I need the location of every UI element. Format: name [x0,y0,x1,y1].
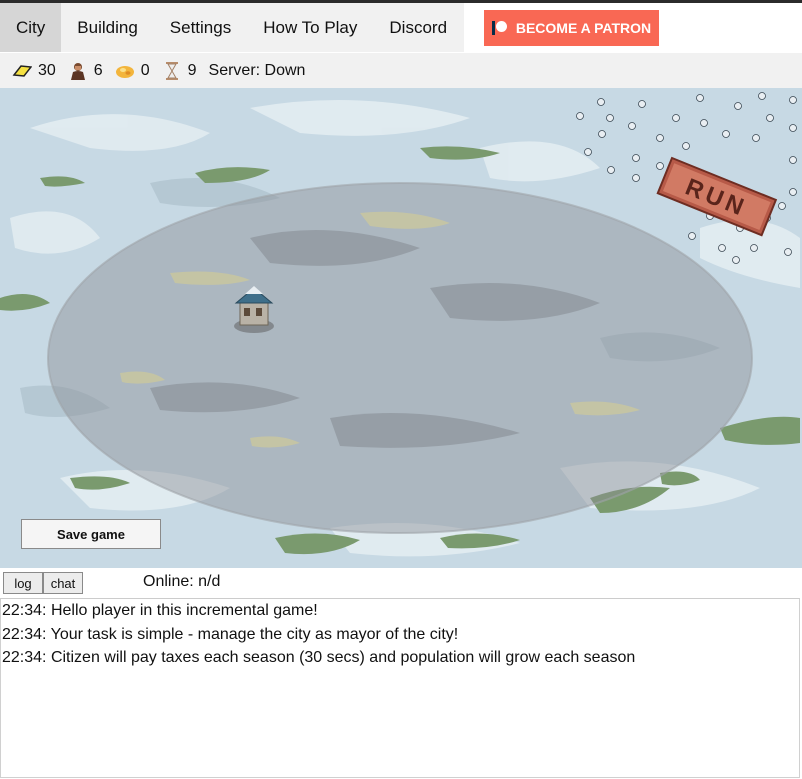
top-nav: City Building Settings How To Play Disco… [0,3,802,56]
log-text: Your task is simple - manage the city as… [50,625,459,643]
gold-icon [12,64,32,77]
log-text: Citizen will pay taxes each season (30 s… [50,649,636,666]
patron-label: BECOME A PATRON [515,20,652,36]
population-resource: 6 [68,61,103,81]
log-line: 22:34: Hello player in this incremental … [1,599,799,623]
gold-value: 30 [38,61,56,79]
log-line: 22:34: Citizen will pay taxes each seaso… [1,646,799,670]
tab-discord[interactable]: Discord [373,3,463,52]
log-time: 22:34: [2,649,47,666]
tab-settings[interactable]: Settings [154,3,247,52]
map-canvas: RUN [0,88,802,568]
gold-resource: 30 [12,61,56,81]
log-time: 22:34: [2,602,47,619]
time-value: 9 [187,61,197,79]
tab-building[interactable]: Building [61,3,154,52]
message-log[interactable]: 22:34: Hello player in this incremental … [0,598,800,778]
food-resource: 0 [115,61,150,81]
tab-how-to-play[interactable]: How To Play [247,3,373,52]
chat-tab-button[interactable]: chat [43,572,83,594]
tab-city[interactable]: City [0,3,62,52]
city-map[interactable]: RUN [0,88,802,568]
time-resource: 9 [162,61,197,81]
population-value: 6 [93,61,103,79]
food-value: 0 [140,61,150,79]
resource-bar: 30 6 0 9 Server: Down [0,53,802,88]
become-patron-button[interactable]: BECOME A PATRON [484,10,659,46]
log-line: 22:34: Your task is simple - manage the … [1,623,799,647]
save-game-button[interactable]: Save game [21,519,161,549]
citizen-icon [70,62,85,80]
patreon-icon [491,20,508,36]
log-text: Hello player in this incremental game! [50,602,318,619]
hourglass-icon [165,61,178,80]
server-status: Server: Down [208,61,306,79]
online-count: Online: n/d [143,573,221,590]
nav-tabs: City Building Settings How To Play Disco… [0,3,464,52]
food-icon [115,65,134,78]
chat-tab-bar: log chat Online: n/d [0,568,802,598]
log-time: 22:34: [2,625,47,643]
log-tab-button[interactable]: log [3,572,43,594]
